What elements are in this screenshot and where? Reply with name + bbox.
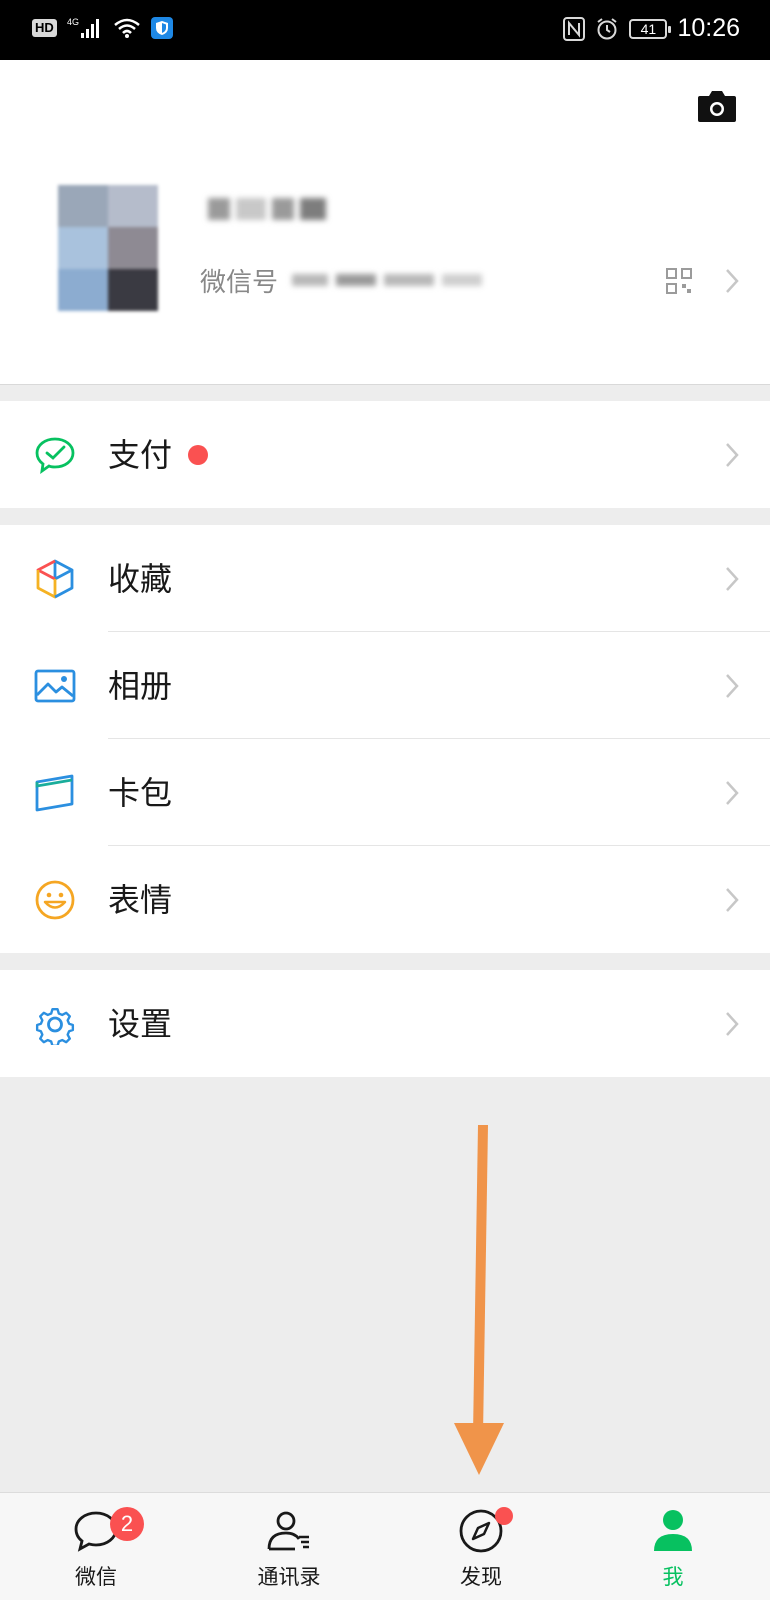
unread-badge: 2 (110, 1507, 144, 1541)
gear-icon (35, 1008, 75, 1045)
notification-dot (495, 1507, 513, 1525)
wechat-id-label: 微信号 (200, 268, 279, 298)
clock: 10:26 (677, 14, 740, 42)
chevron-right-icon (726, 567, 739, 591)
status-left: HD 4G (32, 16, 173, 40)
notification-dot (188, 445, 208, 465)
status-right: 41 10:26 (563, 14, 740, 43)
settings-section: 设置 (0, 970, 770, 1077)
menu-item-pay[interactable]: 支付 (0, 401, 770, 508)
menu-item-favorites-label: 收藏 (108, 560, 173, 598)
favorites-cube-icon (36, 559, 74, 599)
tab-chats[interactable]: 2 微信 (36, 1493, 156, 1600)
battery-indicator: 41 (629, 18, 672, 39)
menu-item-stickers-label: 表情 (108, 881, 173, 919)
menu-item-settings[interactable]: 设置 (0, 970, 770, 1077)
annotation-arrow (454, 1125, 504, 1475)
tab-discover-label: 发现 (460, 1565, 502, 1589)
menu-item-album[interactable]: 相册 (0, 632, 770, 739)
wechat-id-redacted (292, 270, 492, 290)
tab-me-label: 我 (662, 1565, 684, 1589)
person-icon (654, 1510, 692, 1551)
card-wallet-icon (35, 774, 74, 812)
menu-item-cards-label: 卡包 (108, 774, 173, 812)
bottom-tab-bar: 2 微信 通讯录 发现 我 (0, 1492, 770, 1600)
status-bar: HD 4G 41 10:26 (0, 0, 770, 60)
menu-item-stickers[interactable]: 表情 (0, 846, 770, 953)
chevron-right-icon (726, 781, 739, 805)
tab-chats-label: 微信 (75, 1565, 117, 1589)
menu-item-favorites[interactable]: 收藏 (0, 525, 770, 632)
alarm-icon (597, 17, 618, 39)
menu-item-cards[interactable]: 卡包 (0, 739, 770, 846)
menu-item-settings-label: 设置 (108, 1005, 173, 1043)
camera-icon[interactable] (696, 88, 738, 124)
album-icon (34, 669, 76, 703)
avatar[interactable] (58, 185, 158, 311)
contacts-icon (267, 1511, 309, 1551)
menu-item-pay-label: 支付 (108, 436, 173, 474)
tab-contacts[interactable]: 通讯录 (229, 1493, 349, 1600)
sticker-smiley-icon (35, 880, 75, 920)
chevron-right-icon (726, 1012, 739, 1036)
wechat-pay-icon (35, 437, 75, 475)
nfc-icon (563, 16, 586, 41)
tab-me[interactable]: 我 (613, 1493, 733, 1600)
tab-contacts-label: 通讯录 (257, 1565, 321, 1589)
hd-indicator: HD (32, 19, 57, 37)
chevron-right-icon (726, 674, 739, 698)
nickname-redacted (200, 188, 330, 228)
chevron-right-icon[interactable] (724, 267, 740, 295)
svg-text:4G: 4G (67, 17, 79, 27)
chevron-right-icon (726, 888, 739, 912)
shield-icon (150, 17, 173, 39)
chevron-right-icon (726, 443, 739, 467)
pay-section: 支付 (0, 401, 770, 508)
qr-code-icon[interactable] (666, 268, 692, 294)
menu-item-album-label: 相册 (108, 667, 173, 705)
profile-header[interactable]: 微信号 (0, 60, 770, 385)
wifi-icon (113, 18, 140, 38)
tab-discover[interactable]: 发现 (421, 1493, 541, 1600)
main-menu-section: 收藏 相册 卡包 表情 (0, 525, 770, 953)
cellular-signal-icon: 4G (67, 17, 99, 38)
